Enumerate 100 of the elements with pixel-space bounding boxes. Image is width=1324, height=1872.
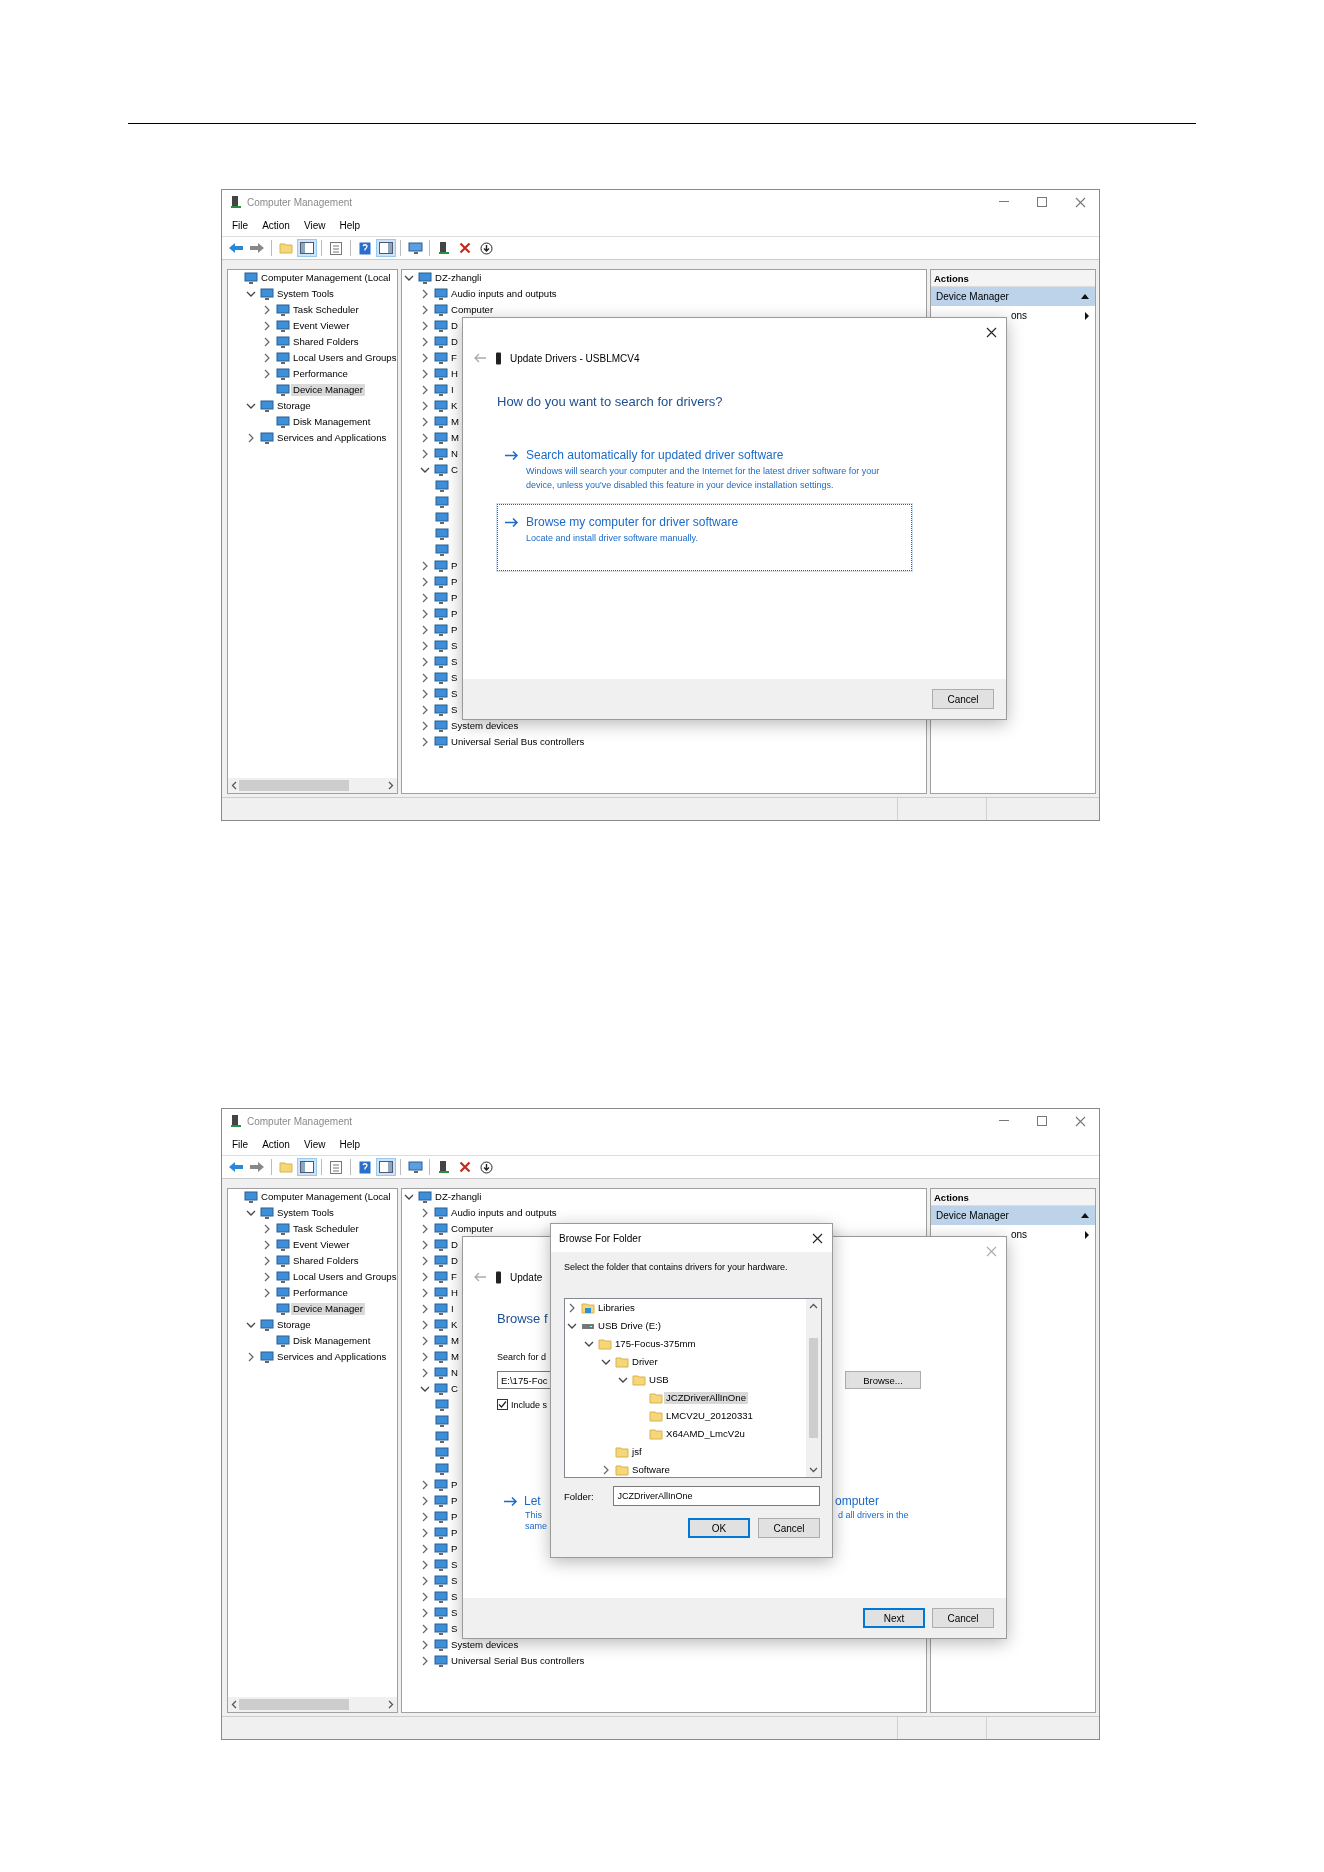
chevron-down-icon[interactable] <box>404 1193 414 1201</box>
tree-item[interactable]: P <box>449 560 460 572</box>
tree-item[interactable]: USB Drive (E:) <box>596 1320 663 1332</box>
tree-item[interactable]: 175-Focus-375mm <box>613 1338 698 1350</box>
chevron-right-icon[interactable] <box>421 625 429 635</box>
chevron-right-icon[interactable] <box>421 1576 429 1586</box>
chevron-right-icon[interactable] <box>421 1320 429 1330</box>
chevron-right-icon[interactable] <box>263 1272 271 1282</box>
tree-item[interactable]: D <box>449 1239 460 1251</box>
tree-item[interactable]: S <box>449 656 460 668</box>
tree-item[interactable]: Computer <box>449 1223 496 1235</box>
tree-item[interactable]: H <box>449 1287 460 1299</box>
toolbar-button[interactable] <box>297 239 317 257</box>
tree-item[interactable]: Services and Applications <box>275 432 389 444</box>
chevron-right-icon[interactable] <box>421 657 429 667</box>
tree-item[interactable]: P <box>449 592 460 604</box>
dialog-button[interactable]: Cancel <box>758 1518 820 1538</box>
tree-item[interactable]: Driver <box>630 1356 660 1368</box>
tree-item[interactable]: jsf <box>630 1446 644 1458</box>
tree-item[interactable]: I <box>449 1303 456 1315</box>
chevron-right-icon[interactable] <box>421 353 429 363</box>
tree-item[interactable]: C <box>449 1383 460 1395</box>
tree-item[interactable]: DZ-zhangli <box>433 272 484 284</box>
chevron-right-icon[interactable] <box>421 1624 429 1634</box>
scroll-down-icon[interactable] <box>809 1467 818 1473</box>
chevron-right-icon[interactable] <box>421 721 429 731</box>
chevron-right-icon[interactable] <box>421 1304 429 1314</box>
chevron-right-icon[interactable] <box>421 337 429 347</box>
tree-item[interactable]: JCZDriverAllInOne <box>664 1392 748 1404</box>
scroll-left-icon[interactable] <box>231 1700 237 1709</box>
tree-item[interactable]: S <box>449 1575 460 1587</box>
tree-item[interactable]: P <box>449 1479 460 1491</box>
toolbar-button[interactable] <box>376 239 396 257</box>
chevron-down-icon[interactable] <box>420 466 430 474</box>
tree-item[interactable]: Audio inputs and outputs <box>449 1207 559 1219</box>
tree-item[interactable]: S <box>449 672 460 684</box>
tree-item[interactable]: Computer <box>449 304 496 316</box>
chevron-right-icon[interactable] <box>263 337 271 347</box>
actions-section[interactable]: Device Manager <box>931 1206 1095 1225</box>
menu-item[interactable]: Help <box>333 217 366 233</box>
chevron-right-icon[interactable] <box>421 593 429 603</box>
chevron-right-icon[interactable] <box>421 673 429 683</box>
chevron-right-icon[interactable] <box>421 433 429 443</box>
menu-item[interactable]: Action <box>256 217 296 233</box>
chevron-down-icon[interactable] <box>246 290 256 298</box>
tree-item[interactable]: Libraries <box>596 1302 637 1314</box>
tree-item[interactable]: S <box>449 1559 460 1571</box>
include-checkbox[interactable] <box>497 1399 508 1410</box>
dialog-button[interactable]: Cancel <box>932 1608 994 1628</box>
tree-item[interactable]: Shared Folders <box>291 336 361 348</box>
scroll-thumb[interactable] <box>809 1338 818 1438</box>
tree-item[interactable]: M <box>449 432 461 444</box>
tree-item[interactable]: Performance <box>291 1287 350 1299</box>
search-option[interactable]: Browse my computer for driver software Locate and install driver software manually. <box>497 504 912 571</box>
chevron-right-icon[interactable] <box>421 321 429 331</box>
chevron-right-icon[interactable] <box>421 305 429 315</box>
tree-item[interactable]: Disk Management <box>291 416 373 428</box>
tree-item[interactable]: D <box>449 320 460 332</box>
chevron-right-icon[interactable] <box>421 417 429 427</box>
chevron-right-icon[interactable] <box>421 1208 429 1218</box>
tree-item[interactable]: P <box>449 608 460 620</box>
chevron-right-icon[interactable] <box>421 1496 429 1506</box>
chevron-right-icon[interactable] <box>263 321 271 331</box>
tree-item[interactable]: M <box>449 416 461 428</box>
chevron-right-icon[interactable] <box>421 1272 429 1282</box>
tree-item[interactable]: P <box>449 1495 460 1507</box>
chevron-right-icon[interactable] <box>602 1465 610 1475</box>
tree-item[interactable]: Event Viewer <box>291 1239 352 1251</box>
chevron-right-icon[interactable] <box>421 401 429 411</box>
chevron-right-icon[interactable] <box>421 1592 429 1602</box>
tree-item[interactable]: P <box>449 576 460 588</box>
more-actions-item[interactable]: ons <box>1011 310 1085 321</box>
tree-item[interactable]: Computer Management (Local <box>259 1191 393 1203</box>
tree-item[interactable]: Performance <box>291 368 350 380</box>
tree-item[interactable]: Software <box>630 1464 672 1476</box>
chevron-right-icon[interactable] <box>421 1528 429 1538</box>
chevron-right-icon[interactable] <box>247 433 255 443</box>
chevron-right-icon[interactable] <box>421 1224 429 1234</box>
chevron-right-icon[interactable] <box>263 1224 271 1234</box>
tree-item[interactable]: N <box>449 448 460 460</box>
tree-item[interactable]: D <box>449 1255 460 1267</box>
chevron-right-icon[interactable] <box>421 385 429 395</box>
tree-item[interactable]: P <box>449 1511 460 1523</box>
chevron-right-icon[interactable] <box>421 1560 429 1570</box>
tree-item[interactable]: P <box>449 1543 460 1555</box>
tree-item[interactable]: F <box>449 1271 459 1283</box>
menu-item[interactable]: File <box>226 217 255 233</box>
chevron-right-icon[interactable] <box>421 1544 429 1554</box>
chevron-right-icon[interactable] <box>263 1288 271 1298</box>
chevron-right-icon[interactable] <box>421 641 429 651</box>
tree-item[interactable]: USB <box>647 1374 671 1386</box>
tree-item[interactable]: Storage <box>275 400 313 412</box>
chevron-down-icon[interactable] <box>584 1340 594 1348</box>
more-actions-item[interactable]: ons <box>1011 1229 1085 1240</box>
chevron-down-icon[interactable] <box>601 1358 611 1366</box>
scroll-right-icon[interactable] <box>388 781 394 790</box>
toolbar-button[interactable] <box>376 1158 396 1176</box>
chevron-right-icon[interactable] <box>421 577 429 587</box>
chevron-right-icon[interactable] <box>421 1288 429 1298</box>
tree-item[interactable]: DZ-zhangli <box>433 1191 484 1203</box>
